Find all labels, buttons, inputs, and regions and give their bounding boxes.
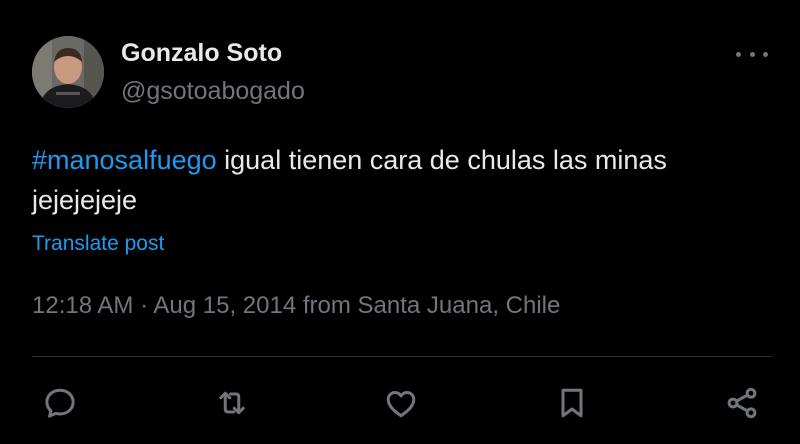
reply-icon bbox=[45, 388, 75, 418]
share-icon bbox=[727, 387, 757, 419]
like-button[interactable] bbox=[381, 383, 421, 423]
author-display-name[interactable]: Gonzalo Soto bbox=[121, 39, 282, 68]
repost-icon bbox=[219, 391, 245, 415]
post-detail: Gonzalo Soto @gsotoabogado #manosalfuego… bbox=[0, 0, 800, 444]
bookmark-button[interactable] bbox=[552, 383, 592, 423]
translate-post-link[interactable]: Translate post bbox=[32, 232, 164, 256]
share-button[interactable] bbox=[722, 383, 762, 423]
more-options-button[interactable] bbox=[736, 44, 768, 64]
post-text: #manosalfuego igual tienen cara de chula… bbox=[32, 140, 772, 220]
more-dot-icon bbox=[736, 51, 741, 57]
reply-button[interactable] bbox=[40, 383, 80, 423]
repost-button[interactable] bbox=[212, 383, 252, 423]
author-handle[interactable]: @gsotoabogado bbox=[121, 77, 305, 106]
post-timestamp[interactable]: 12:18 AM · Aug 15, 2014 from Santa Juana… bbox=[32, 292, 560, 320]
avatar-image bbox=[32, 36, 104, 108]
more-dot-icon bbox=[749, 51, 755, 57]
divider bbox=[32, 356, 772, 357]
bookmark-icon bbox=[561, 388, 583, 418]
hashtag-link[interactable]: #manosalfuego bbox=[32, 145, 217, 175]
avatar[interactable] bbox=[32, 36, 104, 108]
more-dot-icon bbox=[763, 51, 768, 57]
like-icon bbox=[386, 391, 416, 418]
